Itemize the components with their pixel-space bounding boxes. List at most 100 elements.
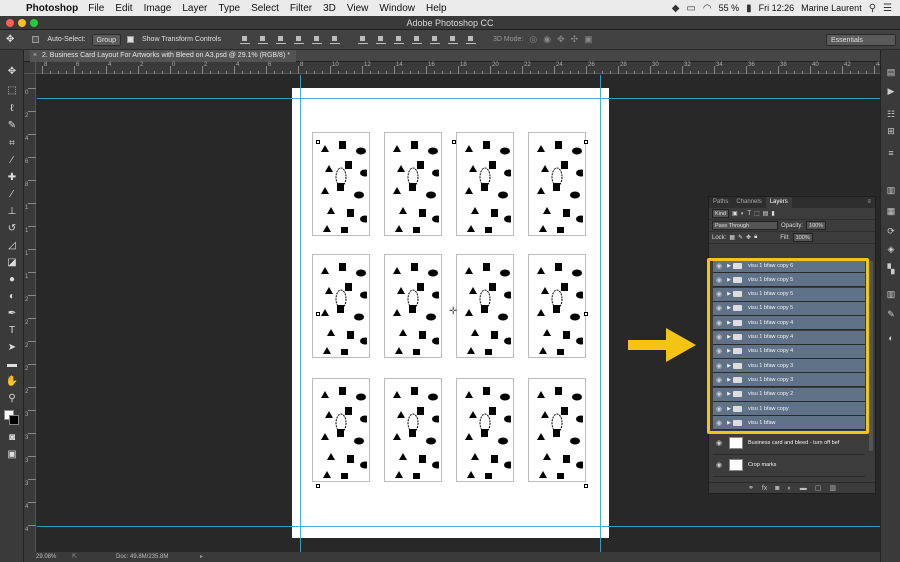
filter-toggle-icon[interactable]: ▮ [771,210,774,217]
ruler-origin[interactable] [24,62,36,74]
tab-layers[interactable]: Layers [765,197,792,208]
eraser-tool-icon[interactable]: ◿ [3,238,21,254]
brush-presets-icon[interactable]: ≡ [885,147,897,159]
lock-transparent-icon[interactable]: ▦ [729,234,735,241]
adjustments-icon[interactable]: ▚ [885,263,897,275]
filter-type-icon[interactable]: T [747,211,751,217]
quick-mask-icon[interactable]: ◙ [3,430,21,446]
paths-icon[interactable]: ✎ [885,308,897,320]
lasso-tool-icon[interactable]: ℓ [3,101,21,117]
airplay-icon[interactable]: ▭ [686,3,695,14]
guide-vertical[interactable] [600,75,601,552]
align-right-icon[interactable] [329,35,340,44]
marquee-tool-icon[interactable]: ⬚ [3,83,21,99]
app-menu[interactable]: Photoshop [26,3,78,14]
lock-pixels-icon[interactable]: ✎ [738,234,743,241]
layer-list-scrollbar[interactable] [869,261,873,451]
menu-layer[interactable]: Layer [182,3,207,14]
blend-mode-dropdown[interactable]: Pass Through [712,221,778,230]
user-name[interactable]: Marine Laurent [801,3,862,13]
close-tab-icon[interactable]: × [33,50,37,62]
slide-3d-icon[interactable]: ✣ [571,34,579,45]
navigator-icon[interactable]: ◐ [885,332,897,344]
zoom-tool-icon[interactable]: ⚲ [3,391,21,407]
zoom-level[interactable]: 29.08% [36,552,56,562]
add-mask-icon[interactable]: ◙ [775,485,779,492]
guide-horizontal[interactable] [37,98,880,99]
paint-bucket-tool-icon[interactable]: ◪ [3,255,21,271]
styles-icon[interactable]: ⟳ [885,225,897,237]
crop-tool-icon[interactable]: ⌗ [3,136,21,152]
filter-shape-icon[interactable]: ⬚ [754,210,760,217]
new-layer-icon[interactable]: ▢ [815,484,822,492]
auto-select-checkbox[interactable] [32,35,41,43]
channels-icon[interactable]: ▥ [885,288,897,300]
dropbox-icon[interactable]: ◆ [672,3,680,14]
tab-channels[interactable]: Channels [732,197,765,208]
menu-window[interactable]: Window [379,3,415,14]
align-bottom-icon[interactable] [275,35,286,44]
wifi-icon[interactable]: ◠ [703,3,712,14]
lock-all-icon[interactable]: 🔒︎ [754,234,757,241]
brush-tool-icon[interactable]: ⁄ [3,187,21,203]
minimize-window-button[interactable] [18,19,26,27]
menu-file[interactable]: File [88,3,104,14]
eyedropper-tool-icon[interactable]: ⁄ [3,153,21,169]
color-icon[interactable]: ▥ [885,184,897,196]
align-vcenter-icon[interactable] [257,35,268,44]
guide-vertical[interactable] [300,75,301,552]
orbit-3d-icon[interactable]: ◎ [529,34,537,45]
clock[interactable]: Fri 12:26 [759,3,795,13]
swatches-icon[interactable]: ▦ [885,205,897,217]
show-transform-checkbox[interactable] [127,35,136,43]
screen-mode-icon[interactable]: ▣ [3,447,21,463]
hand-tool-icon[interactable]: ✋ [3,374,21,390]
list-icon[interactable]: ☰ [883,3,892,14]
tab-paths[interactable]: Paths [709,197,732,208]
filter-smart-object-icon[interactable]: ▤ [763,210,769,217]
new-adjustment-icon[interactable]: ◐ [788,485,792,492]
distribute-hcenter-icon[interactable] [429,35,440,44]
delete-layer-icon[interactable]: ▥ [829,484,836,492]
align-left-icon[interactable] [293,35,304,44]
rectangle-tool-icon[interactable]: ▬ [3,357,21,373]
distribute-bottom-icon[interactable] [393,35,404,44]
healing-brush-tool-icon[interactable]: ✚ [3,170,21,186]
zoom-window-button[interactable] [30,19,38,27]
menu-edit[interactable]: Edit [115,3,132,14]
battery-icon[interactable]: ▮ [746,3,752,14]
filter-pixel-icon[interactable]: ▣ [732,210,738,217]
menu-image[interactable]: Image [144,3,172,14]
blur-tool-icon[interactable]: ● [3,272,21,288]
status-menu-arrow-icon[interactable]: ▸ [200,552,203,562]
distribute-left-icon[interactable] [411,35,422,44]
layer-style-icon[interactable]: fx [762,485,767,492]
align-hcenter-icon[interactable] [311,35,322,44]
layers-icon[interactable]: ◈ [885,243,897,255]
filter-kind-dropdown[interactable]: Kind [712,209,730,218]
layer-row[interactable]: ◉ Crop marks [713,455,865,477]
path-select-tool-icon[interactable]: ➤ [3,340,21,356]
history-brush-tool-icon[interactable]: ↺ [3,221,21,237]
pen-tool-icon[interactable]: ✒ [3,306,21,322]
close-window-button[interactable] [6,19,14,27]
menu-view[interactable]: View [347,3,369,14]
info-icon[interactable]: ⊞ [885,125,897,137]
align-top-icon[interactable] [239,35,250,44]
move-tool-icon[interactable]: ✥ [3,64,21,80]
document-tab[interactable]: × 2. Business Card Layout For Artworks w… [30,50,296,62]
search-icon[interactable]: ⚲ [869,3,876,14]
quick-select-tool-icon[interactable]: ✎ [3,118,21,134]
menu-help[interactable]: Help [426,3,447,14]
menu-select[interactable]: Select [251,3,279,14]
type-tool-icon[interactable]: T [3,323,21,339]
dodge-tool-icon[interactable]: ◐ [3,289,21,305]
history-icon[interactable]: ▤ [885,66,897,78]
auto-align-icon[interactable] [465,35,476,44]
distribute-top-icon[interactable] [357,35,368,44]
visibility-eye-icon[interactable]: ◉ [713,439,725,447]
play-actions-icon[interactable]: ▶ [885,85,897,97]
visibility-eye-icon[interactable]: ◉ [713,461,725,469]
link-layers-icon[interactable]: ⚭ [748,484,754,492]
menu-type[interactable]: Type [218,3,240,14]
